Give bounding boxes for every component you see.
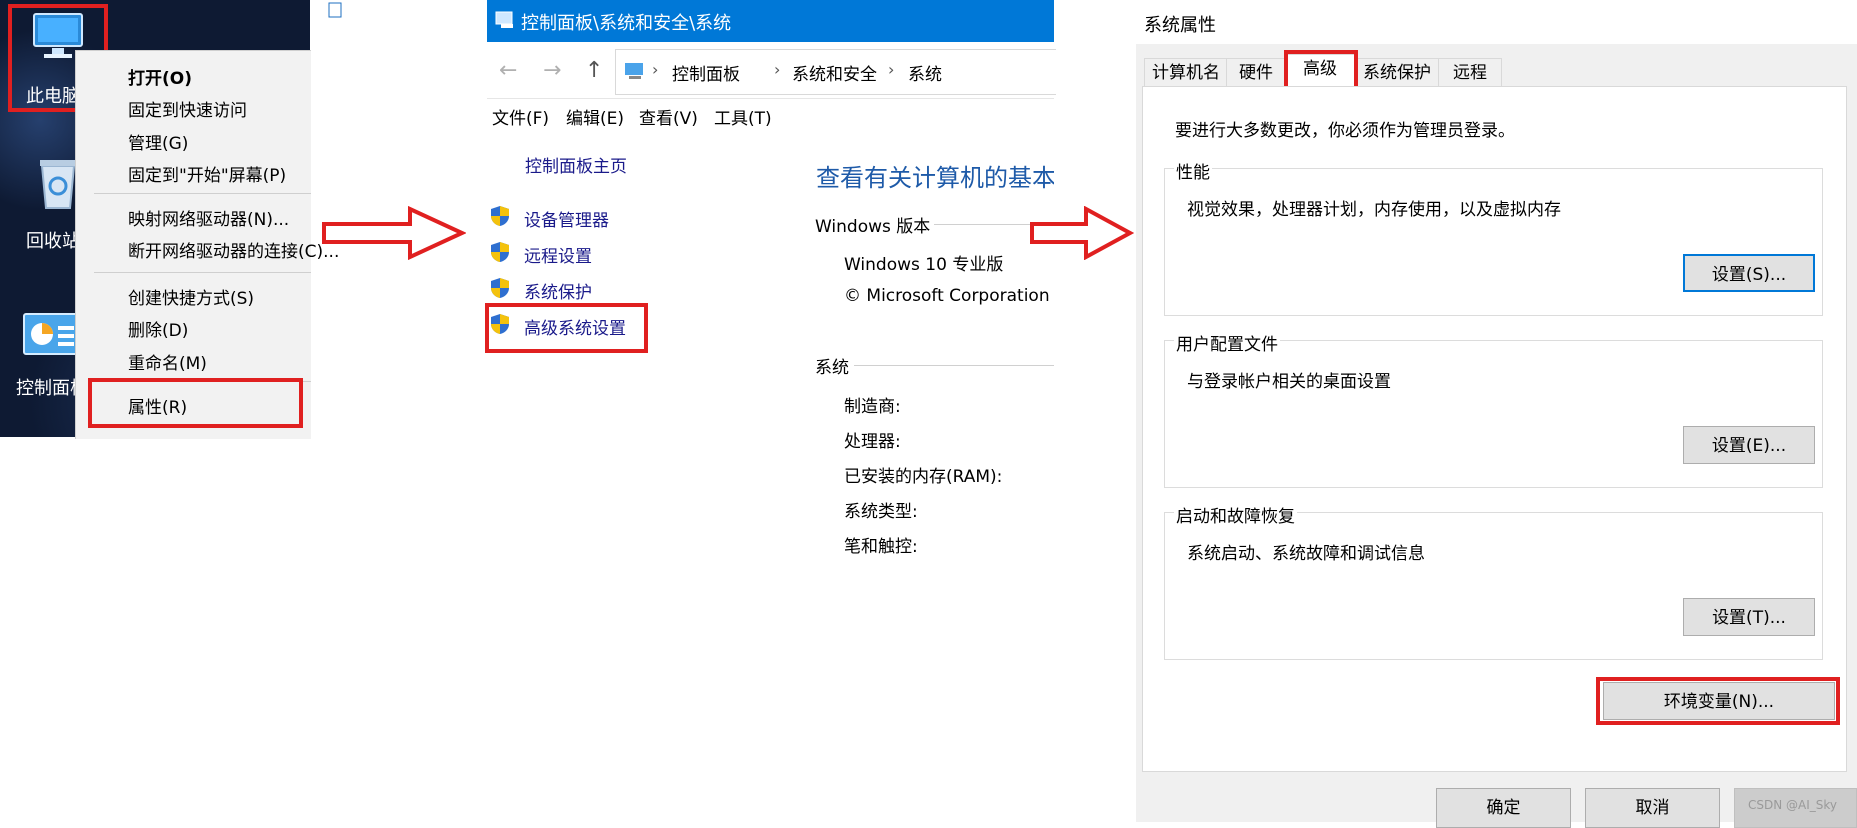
ram-label: 已安装的内存(RAM): <box>844 467 1003 487</box>
processor-label: 处理器: <box>844 432 901 452</box>
explorer-window-strip <box>310 0 360 20</box>
menu-item-create-shortcut[interactable]: 创建快捷方式(S) <box>128 284 254 309</box>
control-panel-icon <box>23 313 81 355</box>
dialog-title: 系统属性 <box>1144 15 1216 36</box>
tab-remote[interactable]: 远程 <box>1438 58 1502 87</box>
windows-version-label: Windows 版本 <box>815 217 931 237</box>
breadcrumb-separator-icon: › <box>888 60 895 79</box>
startup-recovery-settings-button[interactable]: 设置(T)... <box>1683 598 1815 636</box>
startup-recovery-settings-label: 设置(T)... <box>1712 608 1786 628</box>
highlight-properties <box>88 378 303 428</box>
remote-settings-link[interactable]: 远程设置 <box>524 242 592 267</box>
arrow-right-icon <box>322 206 466 260</box>
window-title: 控制面板\系统和安全\系统 <box>521 13 732 34</box>
computer-small-icon <box>625 63 643 79</box>
document-icon <box>328 2 342 18</box>
dialog-titlebar: 系统属性 <box>1136 0 1857 44</box>
menu-item-pin-start[interactable]: 固定到"开始"屏幕(P) <box>128 161 286 186</box>
group-user-profiles <box>1164 340 1823 488</box>
copyright-text: © Microsoft Corporation <box>844 286 1050 306</box>
page-heading: 查看有关计算机的基本 <box>816 164 1054 192</box>
group-performance-desc: 视觉效果，处理器计划，内存使用，以及虚拟内存 <box>1187 200 1561 220</box>
control-panel-home-link[interactable]: 控制面板主页 <box>525 152 627 177</box>
breadcrumb-system[interactable]: 系统 <box>908 60 942 85</box>
highlight-env-vars <box>1596 677 1840 725</box>
cancel-label: 取消 <box>1635 798 1670 818</box>
menu-item-map-drive[interactable]: 映射网络驱动器(N)... <box>128 205 289 230</box>
recycle-bin-label: 回收站 <box>26 231 80 252</box>
tab-system-protection[interactable]: 系统保护 <box>1354 58 1440 87</box>
shield-icon <box>491 278 509 298</box>
menu-tools[interactable]: 工具(T) <box>714 104 772 129</box>
address-bar[interactable]: › 控制面板 › 系统和安全 › 系统 <box>615 49 1056 95</box>
ok-button[interactable]: 确定 <box>1436 788 1571 828</box>
tab-hardware-label: 硬件 <box>1239 63 1273 83</box>
group-performance-legend: 性能 <box>1174 158 1212 183</box>
recycle-bin-icon <box>40 160 76 209</box>
system-protection-link[interactable]: 系统保护 <box>524 278 592 303</box>
breadcrumb-security[interactable]: 系统和安全 <box>792 60 877 85</box>
highlight-advanced-settings <box>485 303 648 353</box>
forward-icon[interactable]: → <box>543 58 561 83</box>
tab-computer-name-label: 计算机名 <box>1152 63 1220 83</box>
group-startup-recovery-desc: 系统启动、系统故障和调试信息 <box>1187 544 1425 564</box>
control-panel-titlebar: 控制面板\系统和安全\系统 <box>487 0 1054 42</box>
menu-item-pin-quick-access[interactable]: 固定到快速访问 <box>128 96 247 121</box>
menu-item-open[interactable]: 打开(O) <box>128 64 192 89</box>
breadcrumb-separator-icon: › <box>774 60 781 79</box>
menu-item-rename[interactable]: 重命名(M) <box>128 349 207 374</box>
menu-bar: 文件(F) 编辑(E) 查看(V) 工具(T) <box>487 100 1054 130</box>
ok-label: 确定 <box>1486 798 1521 818</box>
pen-touch-label: 笔和触控: <box>844 537 918 557</box>
section-rule <box>854 365 1054 366</box>
content-clip: 查看有关计算机的基本 Windows 版本 Windows 10 专业版 © M… <box>812 150 1054 570</box>
group-user-profiles-desc: 与登录帐户相关的桌面设置 <box>1187 372 1391 392</box>
breadcrumb-separator-icon: › <box>652 60 659 79</box>
group-startup-recovery <box>1164 512 1823 660</box>
user-profiles-settings-label: 设置(E)... <box>1711 436 1787 456</box>
menu-view[interactable]: 查看(V) <box>639 104 698 129</box>
group-startup-recovery-legend: 启动和故障恢复 <box>1174 502 1297 527</box>
performance-settings-button[interactable]: 设置(S)... <box>1683 254 1815 292</box>
watermark: CSDN @AI_Sky <box>1748 798 1838 812</box>
system-icon <box>495 11 513 28</box>
menu-separator <box>94 272 311 273</box>
address-bar-area: ← → ↑ › 控制面板 › 系统和安全 › 系统 <box>487 46 1056 99</box>
cancel-button[interactable]: 取消 <box>1585 788 1720 828</box>
tab-hardware[interactable]: 硬件 <box>1226 58 1286 87</box>
breadcrumb-control-panel[interactable]: 控制面板 <box>672 60 740 85</box>
menu-file[interactable]: 文件(F) <box>492 104 549 129</box>
menu-separator <box>94 193 311 194</box>
tab-remote-label: 远程 <box>1453 63 1487 83</box>
menu-item-manage[interactable]: 管理(G) <box>128 129 188 154</box>
system-type-label: 系统类型: <box>844 502 918 522</box>
system-section-label: 系统 <box>815 358 849 378</box>
manufacturer-label: 制造商: <box>844 397 901 417</box>
device-manager-link[interactable]: 设备管理器 <box>524 206 609 231</box>
tab-computer-name[interactable]: 计算机名 <box>1144 58 1228 87</box>
menu-item-delete[interactable]: 删除(D) <box>128 316 188 341</box>
arrow-right-icon <box>1030 206 1134 260</box>
windows-edition: Windows 10 专业版 <box>844 255 1004 275</box>
user-profiles-settings-button[interactable]: 设置(E)... <box>1683 426 1815 464</box>
group-user-profiles-legend: 用户配置文件 <box>1174 330 1280 355</box>
shield-icon <box>491 242 509 262</box>
admin-note: 要进行大多数更改，你必须作为管理员登录。 <box>1175 121 1515 141</box>
shield-icon <box>491 206 509 226</box>
up-icon[interactable]: ↑ <box>585 58 603 83</box>
back-icon[interactable]: ← <box>499 58 517 83</box>
menu-edit[interactable]: 编辑(E) <box>566 104 624 129</box>
performance-settings-label: 设置(S)... <box>1711 265 1787 285</box>
menu-item-disconnect-drive[interactable]: 断开网络驱动器的连接(C)... <box>128 237 339 262</box>
tab-system-protection-label: 系统保护 <box>1363 63 1431 83</box>
